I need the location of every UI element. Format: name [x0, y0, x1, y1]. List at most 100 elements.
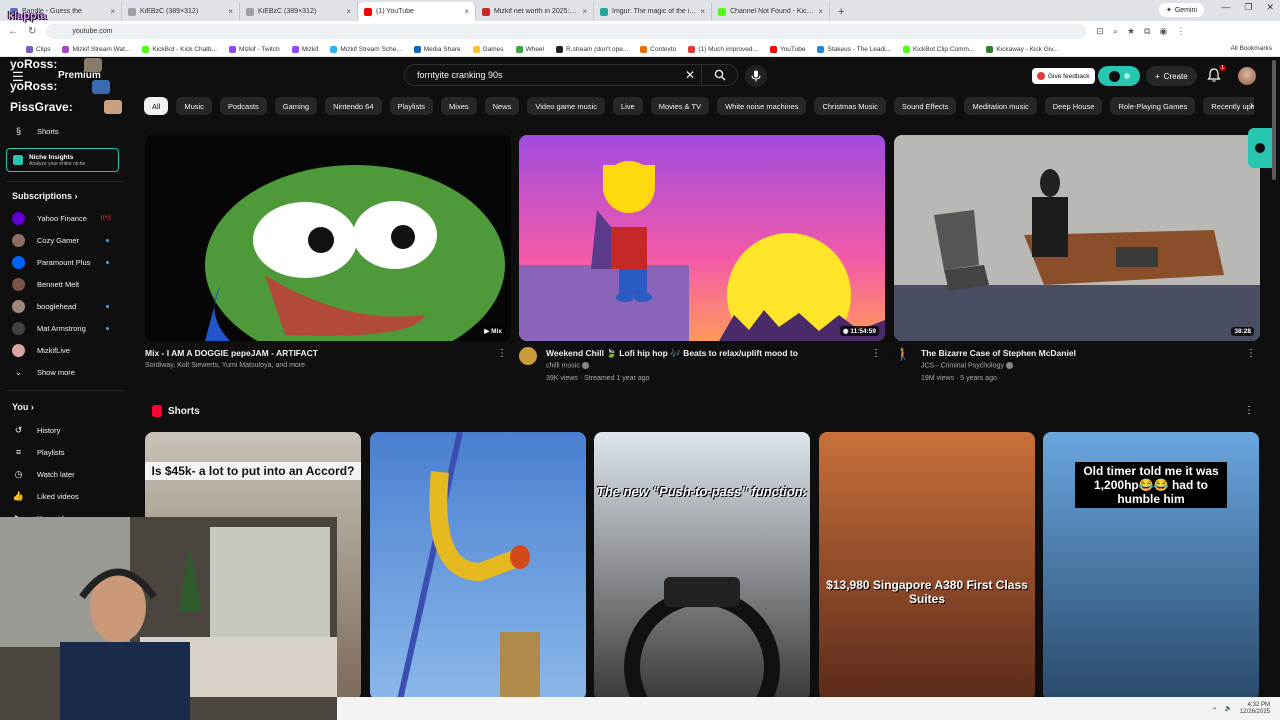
short-card[interactable]: The new “Push-to-pass” function: — [594, 432, 810, 700]
url-field[interactable]: youtube.com — [46, 24, 1087, 39]
video-thumbnail[interactable]: ◉ 11:54:59 — [519, 135, 885, 341]
minimize-icon[interactable]: — — [1221, 2, 1230, 13]
video-card[interactable]: ▶ Mix Mix - I AM A DOGGIE pepeJAM - ARTI… — [145, 135, 511, 369]
sidebar-item-subscription[interactable]: Mat Armstrong — [12, 319, 127, 337]
star-icon[interactable]: ★ — [1127, 26, 1135, 37]
network-icon[interactable]: ⌁ — [1213, 705, 1217, 712]
video-title[interactable]: Weekend Chill 🍃 Lofi hip hop 🎶 Beats to … — [546, 348, 798, 359]
sidebar-item-subscription[interactable]: Cozy Gamer — [12, 231, 127, 249]
sidebar-item-subscription[interactable]: MizkifLive — [12, 341, 127, 359]
sidebar-item-subscription[interactable]: Bennett Melt — [12, 275, 127, 293]
filter-chip[interactable]: News — [484, 97, 520, 115]
bookmark-item[interactable]: Mizkif — [291, 45, 318, 53]
channel-avatar[interactable]: 🚶 — [894, 347, 912, 365]
close-icon[interactable]: × — [582, 7, 587, 16]
bookmark-item[interactable]: KickBot - Kick Chatb... — [142, 45, 217, 53]
bookmark-item[interactable]: Stakeus - The Leadi... — [817, 45, 891, 53]
gemini-button[interactable]: ✦ Gemini — [1158, 3, 1204, 17]
bookmark-item[interactable]: YouTube — [769, 45, 805, 53]
short-card[interactable]: Old timer told me it was 1,200hp😂😂 had t… — [1043, 432, 1259, 700]
filter-chip[interactable]: Sound Effects — [893, 97, 957, 115]
bookmark-item[interactable]: Games — [472, 45, 504, 53]
close-icon[interactable]: × — [228, 7, 233, 16]
filter-chip[interactable]: Gaming — [274, 97, 318, 115]
video-title[interactable]: The Bizarre Case of Stephen McDaniel — [921, 348, 1076, 358]
browser-tab[interactable]: Mizkif net worth in 2025: Strea× — [476, 2, 594, 21]
search-button[interactable] — [701, 65, 737, 85]
sidebar-item-you[interactable]: 👍 Liked videos — [12, 487, 127, 505]
filter-chip[interactable]: White noise machines — [717, 97, 807, 115]
create-button[interactable]: + Create — [1146, 66, 1197, 86]
bookmark-item[interactable]: Kickaway - Kick Giv... — [986, 45, 1058, 53]
bookmark-item[interactable]: R.stream (don't ope... — [556, 45, 628, 53]
filter-chip[interactable]: Role-Playing Games — [1110, 97, 1196, 115]
bookmark-item[interactable]: (1) Much improved... — [688, 45, 758, 53]
browser-tab[interactable]: KiEBzC (389×312) × — [122, 2, 240, 21]
more-options-icon[interactable]: ⋮ — [1246, 348, 1256, 359]
more-options-icon[interactable]: ⋮ — [497, 348, 507, 359]
short-card[interactable]: $13,980 Singapore A380 First Class Suite… — [819, 432, 1035, 700]
zoom-icon[interactable]: ⌕ — [1113, 26, 1118, 37]
chevron-right-icon[interactable]: › — [1250, 100, 1253, 111]
video-channel-row[interactable]: chilli music — [546, 362, 589, 369]
video-thumbnail[interactable]: ▶ Mix — [145, 135, 511, 341]
taskbar-clock[interactable]: 4:32 PM 12/26/2025 — [1240, 702, 1270, 716]
filter-chip[interactable]: All — [144, 97, 169, 115]
close-icon[interactable]: × — [818, 7, 823, 16]
account-avatar[interactable] — [1238, 67, 1256, 85]
filter-chip[interactable]: Meditation music — [964, 97, 1037, 115]
maximize-icon[interactable]: ❐ — [1244, 2, 1252, 13]
close-icon[interactable]: × — [700, 7, 705, 16]
sidebar-item-shorts[interactable]: § Shorts — [12, 122, 127, 140]
sidebar-item-subscription[interactable]: Yahoo Finance ((•)) — [12, 209, 127, 227]
bookmark-item[interactable]: Contexto — [640, 45, 676, 53]
notifications-button[interactable]: 1 — [1206, 65, 1226, 85]
browser-tab[interactable]: Imgur: The magic of the interne × — [594, 2, 712, 21]
search-input[interactable]: forntyite cranking 90s — [417, 70, 679, 80]
video-channel-row[interactable]: JCS - Criminal Psychology — [921, 362, 1013, 369]
filter-chip[interactable]: Podcasts — [219, 97, 267, 115]
video-thumbnail[interactable]: 38:28 — [894, 135, 1260, 341]
scrollbar-thumb[interactable] — [1272, 60, 1276, 180]
extension-side-button[interactable] — [1248, 128, 1272, 168]
filter-chip[interactable]: Recently uploaded — [1203, 97, 1254, 115]
search-box[interactable]: forntyite cranking 90s ✕ — [404, 64, 738, 86]
sidebar-item-you[interactable]: ◷ Watch later — [12, 465, 127, 483]
bookmark-item[interactable]: Wheel — [515, 45, 544, 53]
close-icon[interactable]: × — [346, 7, 351, 16]
filter-chip[interactable]: Nintendo 64 — [325, 97, 382, 115]
close-window-icon[interactable]: ✕ — [1266, 2, 1274, 13]
sidebar-item-you[interactable]: ≡ Playlists — [12, 443, 127, 461]
install-icon[interactable]: ⊡ — [1096, 26, 1104, 37]
extension-toggle[interactable] — [1098, 66, 1140, 86]
sidebar-item-subscription[interactable]: booglehead — [12, 297, 127, 315]
video-title[interactable]: Mix - I AM A DOGGIE pepeJAM - ARTIFACT — [145, 348, 318, 358]
bookmark-item[interactable]: Mizkif - Twitch — [229, 45, 280, 53]
show-more-button[interactable]: ⌄ Show more — [12, 363, 127, 381]
all-bookmarks-button[interactable]: All Bookmarks — [1230, 45, 1272, 52]
filter-chip[interactable]: Movies & TV — [650, 97, 710, 115]
video-card[interactable]: 38:28 🚶 The Bizarre Case of Stephen McDa… — [894, 135, 1260, 382]
browser-tab[interactable]: KiEBzC (389×312) × — [240, 2, 358, 21]
new-tab-button[interactable]: + — [830, 2, 852, 21]
you-heading[interactable]: You › — [12, 402, 34, 412]
menu-icon[interactable]: ⋮ — [1176, 26, 1185, 37]
bookmark-item[interactable]: Mizkif Stream Sche... — [330, 45, 402, 53]
video-channel[interactable]: Sordiway, Kolt Siewerts, Yumi Matsutoya,… — [145, 362, 305, 369]
channel-avatar[interactable] — [519, 347, 537, 365]
filter-chip[interactable]: Playlists — [389, 97, 434, 115]
filter-chip[interactable]: Video game music — [527, 97, 605, 115]
sidebar-item-subscription[interactable]: Paramount Plus — [12, 253, 127, 271]
volume-icon[interactable]: 🔈 — [1224, 705, 1231, 712]
sidebar-item-you[interactable]: ↺ History — [12, 421, 127, 439]
more-options-icon[interactable]: ⋮ — [1244, 405, 1254, 416]
profile-icon[interactable]: ◉ — [1160, 26, 1168, 37]
short-card[interactable] — [370, 432, 586, 700]
browser-tab[interactable]: Channel Not Found - Kick Strea × — [712, 2, 830, 21]
video-card[interactable]: ◉ 11:54:59 Weekend Chill 🍃 Lofi hip hop … — [519, 135, 885, 382]
bookmark-item[interactable]: Media Share — [413, 45, 461, 53]
close-icon[interactable]: × — [464, 7, 469, 16]
clear-search-icon[interactable]: ✕ — [679, 68, 701, 82]
filter-chip[interactable]: Mixes — [441, 97, 477, 115]
filter-chip[interactable]: Live — [612, 97, 643, 115]
